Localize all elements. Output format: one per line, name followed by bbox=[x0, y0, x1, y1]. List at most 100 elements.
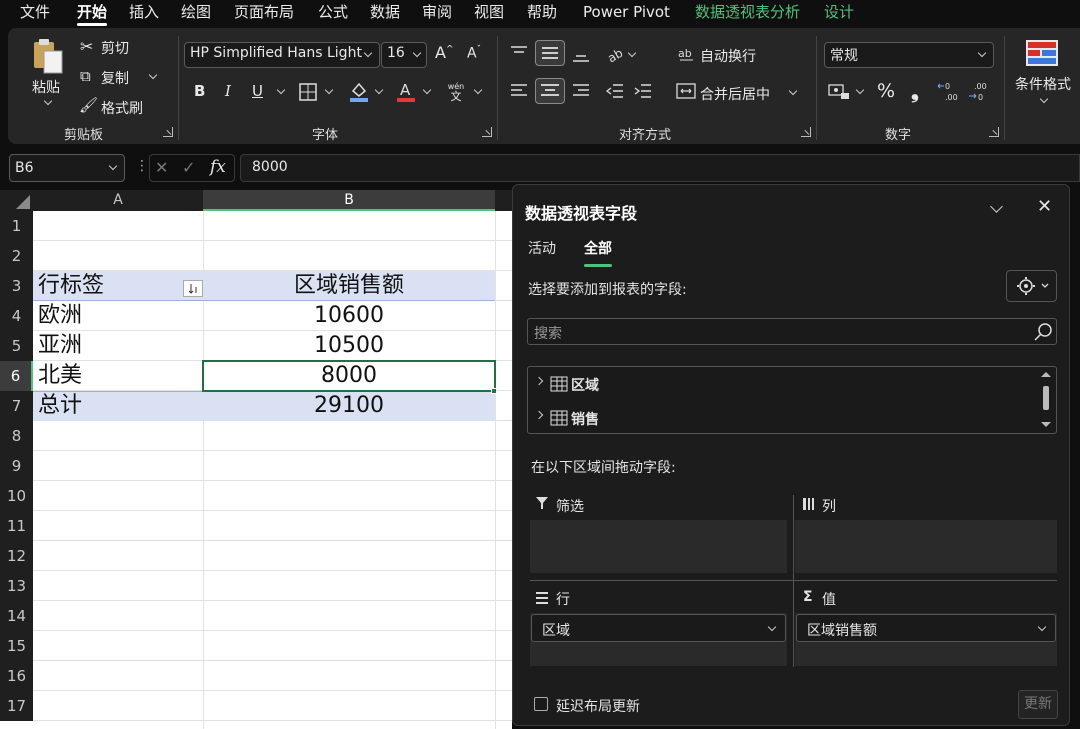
wrap-text-button[interactable]: 自动换行 bbox=[700, 46, 756, 66]
cut-button[interactable]: 剪切 bbox=[101, 38, 129, 58]
font-launcher-icon[interactable] bbox=[482, 127, 492, 137]
name-box[interactable]: B6 bbox=[9, 154, 125, 182]
column-header-c[interactable] bbox=[495, 190, 512, 211]
field-item[interactable]: 销售 bbox=[528, 401, 1033, 435]
borders-icon[interactable] bbox=[298, 82, 318, 102]
row-header[interactable]: 1 bbox=[0, 211, 33, 241]
chevron-down-icon[interactable] bbox=[855, 85, 865, 95]
fill-color-icon[interactable] bbox=[348, 80, 370, 102]
clipboard-launcher-icon[interactable] bbox=[163, 127, 173, 137]
align-middle-button[interactable] bbox=[535, 40, 565, 66]
chevron-down-icon[interactable] bbox=[148, 70, 158, 80]
tab-power-pivot[interactable]: Power Pivot bbox=[583, 2, 670, 22]
conditional-formatting-icon[interactable] bbox=[1025, 38, 1059, 68]
scissors-icon[interactable]: ✂ bbox=[80, 37, 93, 56]
decrease-indent-icon[interactable] bbox=[605, 82, 625, 100]
row-header[interactable]: 10 bbox=[0, 481, 33, 511]
values-header[interactable]: 区域销售额 bbox=[203, 271, 495, 301]
row-header[interactable]: 9 bbox=[0, 451, 33, 481]
grand-total-value[interactable]: 29100 bbox=[203, 391, 495, 421]
row-header[interactable]: 5 bbox=[0, 331, 33, 361]
row-labels-header[interactable]: 行标签 bbox=[38, 271, 188, 301]
pivot-row-label[interactable]: 亚洲 bbox=[38, 331, 198, 361]
font-name-dropdown[interactable]: HP Simplified Hans Light bbox=[184, 42, 380, 68]
row-header[interactable]: 17 bbox=[0, 691, 33, 721]
phonetic-guide-icon[interactable]: wén 文 bbox=[445, 80, 467, 104]
tab-file[interactable]: 文件 bbox=[20, 2, 50, 22]
chevron-down-icon[interactable] bbox=[990, 200, 1003, 213]
copy-button[interactable]: 复制 bbox=[101, 68, 129, 88]
font-size-dropdown[interactable]: 16 bbox=[381, 42, 427, 68]
tab-home[interactable]: 开始 bbox=[77, 2, 108, 26]
align-right-icon[interactable] bbox=[571, 82, 591, 100]
pivot-row-value[interactable]: 10500 bbox=[203, 331, 495, 361]
align-left-icon[interactable] bbox=[509, 82, 529, 100]
chevron-right-icon[interactable] bbox=[534, 410, 544, 420]
chevron-down-icon[interactable] bbox=[422, 85, 432, 95]
chevron-down-icon[interactable] bbox=[788, 86, 798, 96]
chevron-down-icon[interactable] bbox=[473, 85, 483, 95]
conditional-formatting-button[interactable]: 条件格式 bbox=[1015, 74, 1071, 94]
tab-design[interactable]: 设计 bbox=[824, 2, 854, 22]
tab-insert[interactable]: 插入 bbox=[129, 2, 159, 22]
comma-style-button[interactable]: ❟ bbox=[911, 79, 919, 103]
defer-update-checkbox[interactable] bbox=[534, 697, 548, 711]
align-center-button[interactable] bbox=[535, 78, 565, 104]
pivot-row-label[interactable]: 北美 bbox=[38, 361, 198, 391]
paste-icon[interactable] bbox=[28, 36, 68, 76]
tab-pivot-analyze[interactable]: 数据透视表分析 bbox=[695, 2, 800, 22]
bold-button[interactable]: B bbox=[194, 82, 205, 100]
select-all-corner[interactable] bbox=[0, 190, 33, 211]
tab-page-layout[interactable]: 页面布局 bbox=[234, 2, 294, 22]
row-header[interactable]: 8 bbox=[0, 421, 33, 451]
tab-formulas[interactable]: 公式 bbox=[318, 2, 348, 22]
enter-icon[interactable]: ✓ bbox=[182, 158, 195, 177]
rows-drop-zone[interactable]: 区域 bbox=[530, 613, 787, 666]
close-icon[interactable]: ✕ bbox=[1037, 196, 1052, 217]
tab-help[interactable]: 帮助 bbox=[527, 2, 557, 22]
row-header[interactable]: 11 bbox=[0, 511, 33, 541]
chevron-down-icon[interactable] bbox=[1037, 622, 1047, 632]
column-header-b[interactable]: B bbox=[203, 190, 495, 211]
insert-function-button[interactable]: fx bbox=[210, 157, 226, 177]
tab-view[interactable]: 视图 bbox=[474, 2, 504, 22]
align-top-icon[interactable] bbox=[509, 44, 529, 62]
wrap-text-icon[interactable]: ab bbox=[678, 44, 696, 62]
alignment-launcher-icon[interactable] bbox=[801, 127, 811, 137]
format-painter-icon[interactable]: 🖌 bbox=[79, 96, 98, 114]
merge-center-icon[interactable] bbox=[676, 82, 696, 100]
chevron-right-icon[interactable] bbox=[534, 376, 544, 386]
chevron-down-icon[interactable] bbox=[767, 622, 777, 632]
percent-button[interactable]: % bbox=[877, 80, 895, 102]
copy-icon[interactable]: ⧉ bbox=[80, 67, 91, 85]
row-header[interactable]: 16 bbox=[0, 661, 33, 691]
chevron-down-icon[interactable] bbox=[627, 48, 637, 58]
decrease-font-icon[interactable]: Aˇ bbox=[467, 45, 481, 62]
update-button[interactable]: 更新 bbox=[1018, 690, 1058, 719]
field-item[interactable]: 区域 bbox=[528, 367, 1033, 401]
search-icon[interactable] bbox=[1033, 322, 1053, 342]
chevron-down-icon[interactable] bbox=[276, 85, 286, 95]
font-color-icon[interactable]: A bbox=[396, 80, 416, 102]
row-header[interactable]: 6 bbox=[0, 361, 33, 391]
chevron-down-icon[interactable] bbox=[324, 85, 334, 95]
row-header[interactable]: 15 bbox=[0, 631, 33, 661]
chevron-down-icon[interactable] bbox=[43, 96, 53, 106]
cancel-icon[interactable]: ✕ bbox=[155, 158, 168, 177]
pivot-row-label[interactable]: 欧洲 bbox=[38, 301, 198, 331]
row-field-pill[interactable]: 区域 bbox=[531, 614, 786, 642]
values-drop-zone[interactable]: 区域销售额 bbox=[795, 613, 1057, 666]
filter-dropdown-icon[interactable] bbox=[183, 280, 203, 297]
italic-button[interactable]: I bbox=[225, 82, 231, 100]
pivot-row-value[interactable]: 10600 bbox=[203, 301, 495, 331]
row-header[interactable]: 3 bbox=[0, 271, 33, 301]
underline-button[interactable]: U bbox=[252, 82, 263, 100]
row-header[interactable]: 2 bbox=[0, 241, 33, 271]
settings-button[interactable] bbox=[1006, 270, 1057, 302]
chevron-down-icon[interactable] bbox=[374, 85, 384, 95]
row-header[interactable]: 4 bbox=[0, 301, 33, 331]
columns-drop-zone[interactable] bbox=[795, 520, 1057, 573]
decrease-decimal-icon[interactable]: .00 0 bbox=[968, 80, 992, 102]
tab-data[interactable]: 数据 bbox=[370, 2, 400, 22]
increase-decimal-icon[interactable]: 0.00 bbox=[937, 80, 961, 102]
